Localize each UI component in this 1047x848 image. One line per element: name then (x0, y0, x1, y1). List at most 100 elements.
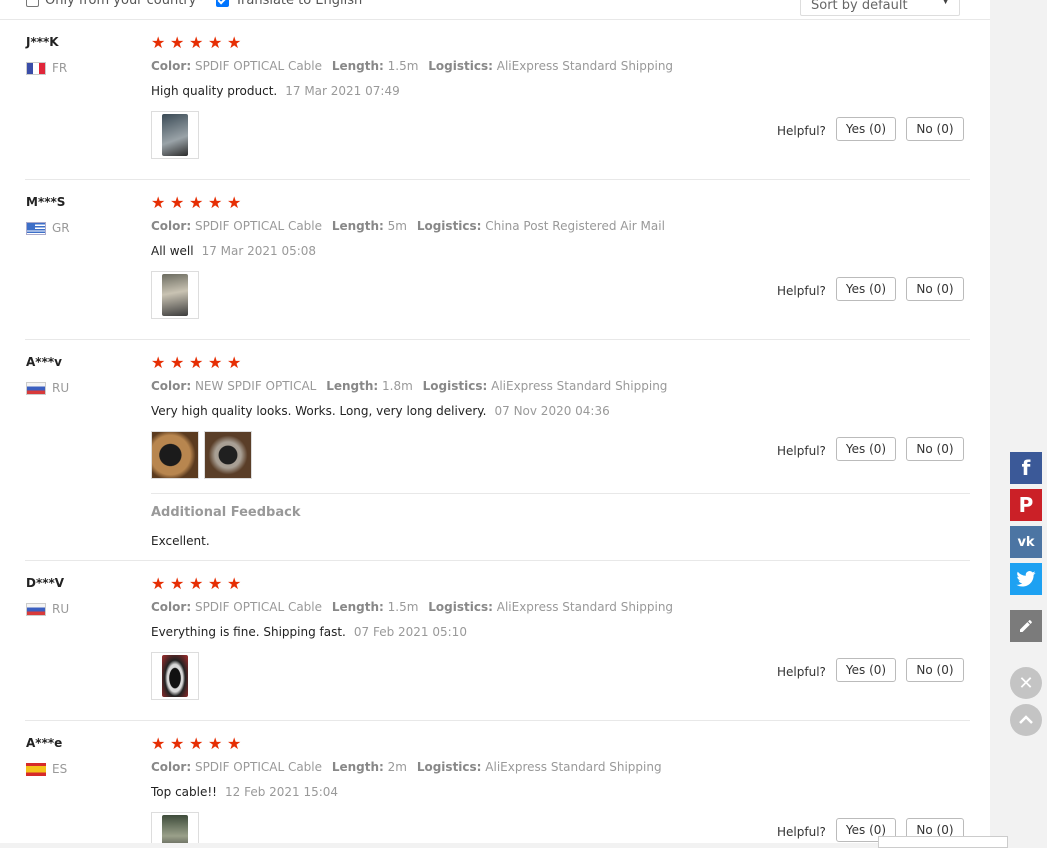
country-code: RU (52, 381, 70, 395)
star-icon: ★ (151, 33, 166, 52)
color-value: SPDIF OPTICAL Cable (194, 59, 323, 73)
chevron-up-icon (1019, 715, 1033, 724)
review-date: 17 Mar 2021 07:49 (285, 84, 400, 98)
reviewer-country: FR (26, 61, 67, 75)
translate-checkbox[interactable]: Translate to English (216, 0, 362, 8)
logistics-value: China Post Registered Air Mail (485, 219, 665, 233)
color-value: SPDIF OPTICAL Cable (194, 760, 323, 774)
length-value: 1.8m (382, 379, 413, 393)
logistics-value: AliExpress Standard Shipping (485, 760, 662, 774)
helpful-yes-button[interactable]: Yes (0) (836, 658, 896, 682)
review-date: 12 Feb 2021 15:04 (224, 785, 339, 799)
helpful-no-button[interactable]: No (0) (906, 437, 964, 461)
floating-panel-edge (878, 836, 1008, 848)
length-value: 1.5m (387, 600, 419, 614)
star-icon: ★ (170, 734, 185, 753)
vk-share-button[interactable]: vk (1010, 526, 1042, 558)
star-icon: ★ (208, 353, 223, 372)
photo-cable-image (205, 432, 251, 478)
additional-feedback-divider (151, 493, 970, 494)
star-icon: ★ (189, 193, 204, 212)
review-photo[interactable] (204, 431, 252, 479)
review-text: High quality product. 17 Mar 2021 07:49 (151, 84, 400, 98)
reviewer-name: J***K (26, 35, 59, 49)
reviewer-name: A***e (26, 736, 63, 750)
photo-cable-image (162, 655, 188, 697)
photo-cable-image (162, 815, 188, 843)
sku-attributes: Color: SPDIF OPTICAL Cable Length: 1.5m … (151, 59, 673, 73)
helpful-no-button[interactable]: No (0) (906, 277, 964, 301)
pinterest-share-button[interactable]: P (1010, 489, 1042, 521)
flag-fr-icon (26, 61, 46, 75)
country-code: FR (52, 61, 68, 75)
twitter-share-button[interactable] (1010, 563, 1042, 595)
reviewer-name: D***V (26, 576, 65, 590)
star-rating: ★ ★ ★ ★ ★ (151, 195, 245, 211)
star-icon: ★ (189, 734, 204, 753)
flag-gr-icon (26, 221, 46, 235)
caret-down-icon: ▼ (942, 0, 949, 6)
helpful-no-button[interactable]: No (0) (906, 117, 964, 141)
length-value: 1.5m (387, 59, 419, 73)
logistics-label: Logistics: (428, 59, 493, 73)
review-body: Everything is fine. Shipping fast. (151, 625, 346, 639)
helpful-yes-button[interactable]: Yes (0) (836, 117, 896, 141)
only-country-checkbox[interactable]: Only from your country (26, 0, 196, 8)
star-icon: ★ (208, 33, 223, 52)
length-label: Length: (331, 59, 384, 73)
helpful-yes-button[interactable]: Yes (0) (836, 277, 896, 301)
review-photo[interactable] (151, 271, 199, 319)
reviewer-country: RU (26, 602, 69, 616)
review-photos (151, 431, 252, 479)
helpful-yes-button[interactable]: Yes (0) (836, 437, 896, 461)
review-divider (25, 179, 970, 180)
star-icon: ★ (170, 193, 185, 212)
review-photo[interactable] (151, 812, 199, 843)
star-icon: ★ (227, 353, 242, 372)
reviewer-country: RU (26, 381, 69, 395)
pinterest-icon: P (1018, 493, 1034, 517)
color-label: Color: (151, 600, 192, 614)
logistics-label: Logistics: (416, 760, 482, 774)
reviewer-country: ES (26, 762, 67, 776)
reviewer-name: A***v (26, 355, 62, 369)
star-icon: ★ (227, 734, 242, 753)
facebook-share-button[interactable]: f (1010, 452, 1042, 484)
color-label: Color: (151, 379, 192, 393)
review-photo[interactable] (151, 111, 199, 159)
sku-attributes: Color: NEW SPDIF OPTICAL Length: 1.8m Lo… (151, 379, 667, 393)
review-date: 17 Mar 2021 05:08 (201, 244, 317, 258)
color-label: Color: (151, 59, 192, 73)
star-rating: ★ ★ ★ ★ ★ (151, 736, 245, 752)
helpful-label: Helpful? (777, 124, 826, 138)
helpful-no-button[interactable]: No (0) (906, 658, 964, 682)
checkbox-icon[interactable] (26, 0, 39, 7)
review-photos (151, 812, 199, 843)
checkbox-checked-icon[interactable] (216, 0, 229, 7)
photo-cable-image (162, 274, 188, 316)
close-icon: ✕ (1018, 672, 1034, 694)
review-text: Top cable!! 12 Feb 2021 15:04 (151, 785, 338, 799)
review-photo[interactable] (151, 431, 199, 479)
reviews-panel: Only from your country Translate to Engl… (0, 0, 990, 843)
edit-button[interactable] (1010, 610, 1042, 642)
photo-cable-image (152, 432, 198, 478)
review-photo[interactable] (151, 652, 199, 700)
close-share-button[interactable]: ✕ (1010, 667, 1042, 699)
star-rating: ★ ★ ★ ★ ★ (151, 576, 245, 592)
star-icon: ★ (227, 574, 242, 593)
review-text: Very high quality looks. Works. Long, ve… (151, 404, 610, 418)
helpful-label: Helpful? (777, 825, 826, 839)
color-label: Color: (151, 219, 192, 233)
review-text: Everything is fine. Shipping fast. 07 Feb… (151, 625, 467, 639)
logistics-label: Logistics: (422, 379, 488, 393)
star-icon: ★ (151, 734, 166, 753)
scroll-top-button[interactable] (1010, 704, 1042, 736)
sort-select[interactable]: Sort by default ▼ (800, 0, 960, 16)
star-rating: ★ ★ ★ ★ ★ (151, 355, 245, 371)
review-photos (151, 271, 199, 319)
twitter-icon (1016, 571, 1036, 587)
color-value: NEW SPDIF OPTICAL (194, 379, 317, 393)
sort-label: Sort by default (811, 0, 908, 13)
star-icon: ★ (227, 193, 242, 212)
